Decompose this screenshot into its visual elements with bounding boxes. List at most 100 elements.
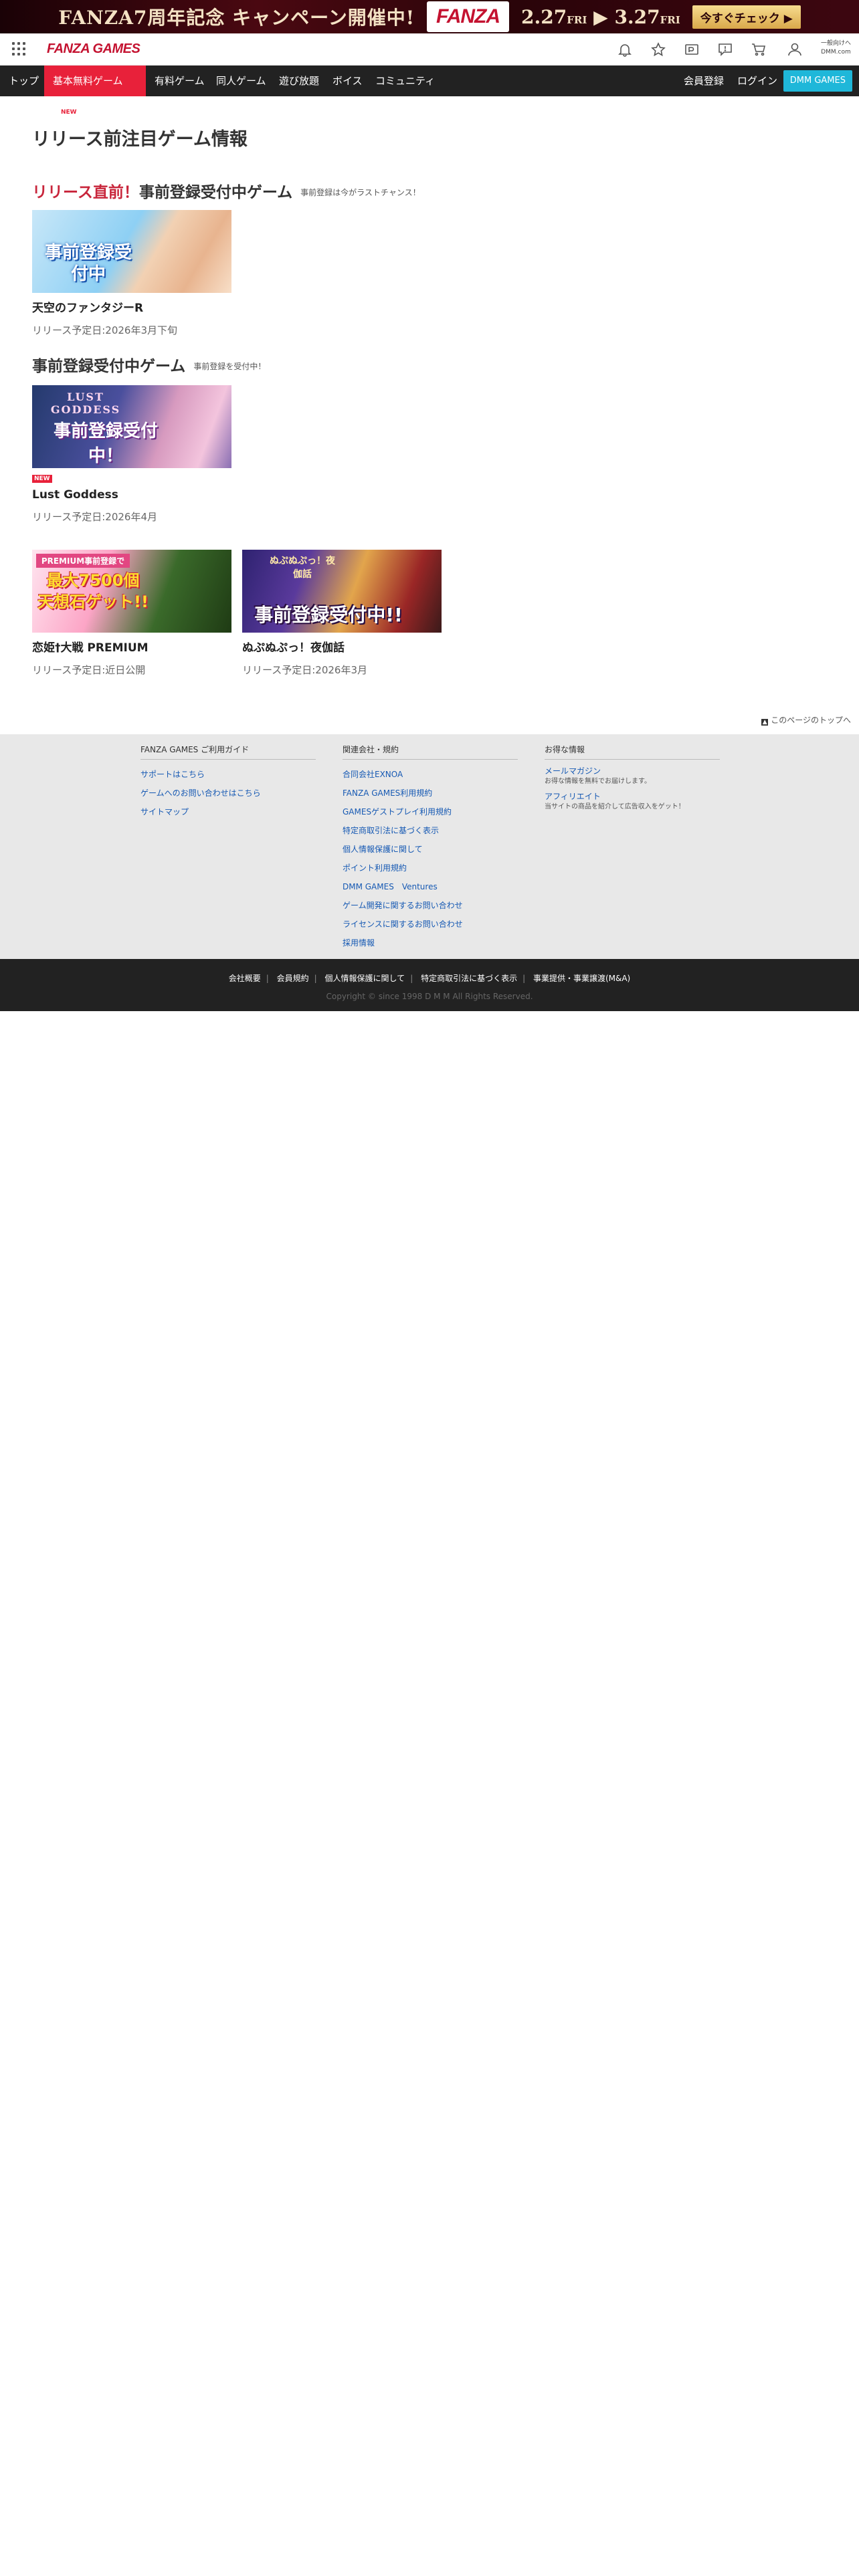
bell-icon[interactable] — [617, 42, 633, 57]
nav-item-label: ボイス — [332, 75, 363, 87]
footer-column-guide: FANZA GAMES ご利用ガイド サポートはこちら ゲームへのお問い合わせは… — [140, 744, 316, 821]
footer-promo: アフィリエイト 当サイトの商品を紹介して広告収入をゲット！ — [545, 790, 720, 812]
dmm-games-button[interactable]: DMM GAMES — [783, 70, 852, 92]
release-date: リリース予定日:2026年4月 — [32, 511, 158, 523]
nav-item-label: 遊び放題 — [279, 75, 320, 87]
thumbnail-top-text: PREMIUM事前登録で — [36, 554, 130, 568]
general-site-link[interactable]: 一般向けへ DMM.com — [821, 39, 851, 57]
footer-link[interactable]: ポイント利用規約 — [343, 859, 518, 877]
game-card[interactable]: 事前登録受付中 天空のファンタジーR リリース予定日:2026年3月下旬 — [32, 210, 231, 337]
new-badge: NEW — [32, 475, 52, 483]
newsletter-desc: お得な情報を無料でお届けします。 — [545, 778, 651, 785]
game-title[interactable]: 恋姫†大戦 PREMIUM — [32, 638, 231, 655]
separator: | — [314, 974, 317, 983]
game-title[interactable]: Lust Goddess — [32, 488, 231, 502]
affiliate-desc: 当サイトの商品を紹介して広告収入をゲット！ — [545, 803, 685, 811]
page-top-link[interactable]: ▲ このページのトップへ — [761, 714, 851, 726]
game-title[interactable]: 天空のファンタジーR — [32, 298, 231, 315]
login-link[interactable]: ログイン — [737, 66, 777, 96]
campaign-banner[interactable]: FANZA7周年記念 キャンペーン開催中! FANZA 2.27FRI ▶ 3.… — [0, 0, 859, 33]
page-title: リリース前注目ゲーム情報 — [32, 129, 248, 150]
section-heading-release-soon: リリース直前！事前登録受付中ゲーム 事前登録は今がラストチャンス！ — [32, 179, 421, 202]
game-card[interactable]: LUST GODDESS 事前登録受付中！ NEW Lust Goddess リ… — [32, 385, 231, 524]
banner-logo: FANZA — [427, 1, 510, 32]
thumbnail-caption: 事前登録受付中!! — [254, 604, 403, 626]
user-icon[interactable] — [787, 42, 803, 57]
banner-start-day: FRI — [567, 13, 587, 26]
app-grid-icon[interactable] — [12, 42, 25, 56]
nav-item-label: 同人ゲーム — [216, 75, 266, 87]
bottom-link-company[interactable]: 会社概要 — [229, 974, 261, 983]
release-date: リリース予定日:2026年3月 — [242, 664, 368, 676]
general-site-link-line1: 一般向けへ — [820, 40, 851, 47]
banner-end-day: FRI — [660, 13, 680, 26]
footer-link[interactable]: サイトマップ — [140, 802, 316, 821]
footer-column-company: 関連会社・規約 合同会社EXNOA FANZA GAMES利用規約 GAMESゲ… — [343, 744, 518, 952]
footer-link[interactable]: DMM GAMES Ventures — [343, 877, 518, 896]
footer-link[interactable]: 採用情報 — [343, 934, 518, 952]
new-badge: NEW — [58, 108, 80, 117]
thumbnail-logo: LUST GODDESS — [50, 391, 121, 416]
banner-arrow: ▶ — [593, 5, 608, 28]
footer-link[interactable]: 合同会社EXNOA — [343, 765, 518, 784]
game-title[interactable]: ぬぷぬぷっ！夜伽話 — [242, 638, 442, 655]
game-thumbnail[interactable]: PREMIUM事前登録で 最大7500個 天想石ゲット!! — [32, 550, 231, 633]
bottom-link-privacy[interactable]: 個人情報保護に関して — [325, 974, 405, 983]
footer-promo: メールマガジン お得な情報を無料でお届けします。 — [545, 765, 720, 786]
section-subtitle: 事前登録は今がラストチャンス！ — [300, 188, 421, 197]
thumbnail-logo: ぬぷぬぷっ！夜伽話 — [270, 556, 335, 580]
general-site-link-line2: DMM.com — [821, 49, 851, 56]
nav-item-label: コミュニティ — [375, 75, 436, 87]
chat-icon[interactable] — [717, 42, 733, 57]
nav-item-doujin-games[interactable]: 同人ゲーム — [207, 66, 275, 96]
footer-link[interactable]: GAMESゲストプレイ利用規約 — [343, 802, 518, 821]
footer-link[interactable]: ライセンスに関するお問い合わせ — [343, 915, 518, 934]
section-subtitle: 事前登録を受付中！ — [193, 362, 266, 371]
register-link[interactable]: 会員登録 — [684, 66, 724, 96]
footer-link[interactable]: サポートはこちら — [140, 765, 316, 784]
banner-start-date: 2.27 — [521, 5, 567, 28]
footer-link[interactable]: 個人情報保護に関して — [343, 840, 518, 859]
nav-item-top[interactable]: トップ — [0, 66, 47, 96]
footer-link[interactable]: ゲームへのお問い合わせはこちら — [140, 784, 316, 802]
game-thumbnail[interactable]: 事前登録受付中 — [32, 210, 231, 293]
nav-item-community[interactable]: コミュニティ — [367, 66, 444, 96]
footer-link[interactable]: 特定商取引法に基づく表示 — [343, 821, 518, 840]
bottom-link-terms[interactable]: 会員規約 — [277, 974, 309, 983]
footer-link[interactable]: ゲーム開発に関するお問い合わせ — [343, 896, 518, 915]
nav-item-voice[interactable]: ボイス — [324, 66, 371, 96]
game-card[interactable]: ぬぷぬぷっ！夜伽話 事前登録受付中!! ぬぷぬぷっ！夜伽話 リリース予定日:20… — [242, 550, 442, 677]
footer-column-deals: お得な情報 メールマガジン お得な情報を無料でお届けします。 アフィリエイト 当… — [545, 744, 720, 812]
site-logo[interactable]: FANZA GAMES — [47, 41, 140, 57]
nav-item-paid-games[interactable]: 有料ゲーム — [146, 66, 213, 96]
cart-icon[interactable] — [751, 42, 767, 57]
separator: | — [522, 974, 526, 983]
release-date: リリース予定日:近日公開 — [32, 664, 146, 676]
star-icon[interactable] — [650, 42, 666, 57]
thumbnail-caption: 事前登録受付中 — [44, 243, 132, 284]
section-accent: リリース直前！ — [32, 184, 139, 201]
release-date: リリース予定日:2026年3月下旬 — [32, 324, 178, 336]
game-thumbnail[interactable]: ぬぷぬぷっ！夜伽話 事前登録受付中!! — [242, 550, 442, 633]
newsletter-link[interactable]: メールマガジン — [545, 765, 720, 777]
bottom-links: 会社概要 | 会員規約 | 個人情報保護に関して | 特定商取引法に基づく表示 | 事業… — [0, 972, 859, 984]
arrow-up-icon: ▲ — [761, 719, 769, 726]
bottom-link-commerce-law[interactable]: 特定商取引法に基づく表示 — [421, 974, 517, 983]
banner-dates: 2.27FRI ▶ 3.27FRI — [521, 6, 680, 28]
separator: | — [410, 974, 413, 983]
banner-cta-button[interactable]: 今すぐチェック ▶ — [692, 5, 801, 29]
bottom-link-ma[interactable]: 事業提供・事業譲渡(M&A) — [533, 974, 630, 983]
game-thumbnail[interactable]: LUST GODDESS 事前登録受付中！ — [32, 385, 231, 468]
banner-end-date: 3.27 — [614, 5, 660, 28]
affiliate-link[interactable]: アフィリエイト — [545, 790, 720, 802]
nav-item-unlimited[interactable]: 遊び放題 — [270, 66, 328, 96]
game-card[interactable]: PREMIUM事前登録で 最大7500個 天想石ゲット!! 恋姫†大戦 PREM… — [32, 550, 231, 677]
footer-column-title: お得な情報 — [545, 744, 720, 760]
separator: | — [266, 974, 269, 983]
nav-item-free-games[interactable]: 基本無料ゲーム NEW — [44, 66, 146, 117]
footer-link[interactable]: FANZA GAMES利用規約 — [343, 784, 518, 802]
point-icon[interactable] — [684, 42, 700, 57]
thumbnail-caption: 最大7500個 天想石ゲット!! — [37, 571, 149, 611]
nav-item-label: 有料ゲーム — [155, 75, 205, 87]
nav-item-label: トップ — [9, 75, 39, 87]
